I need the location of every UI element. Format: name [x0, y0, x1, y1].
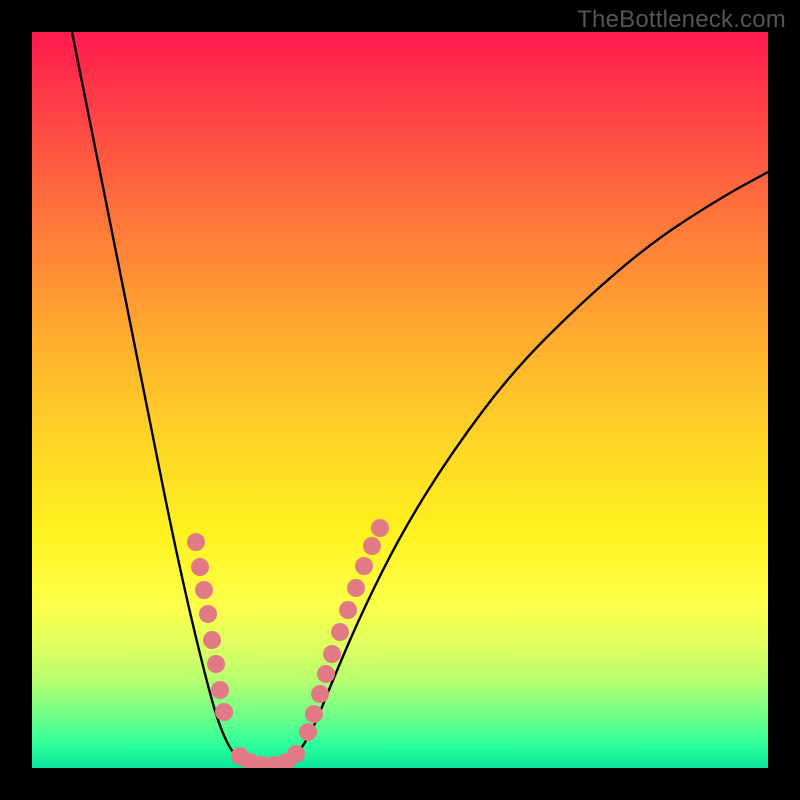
highlight-dot — [347, 579, 365, 597]
highlight-dot — [277, 753, 295, 768]
highlight-dot — [371, 519, 389, 537]
highlight-dot — [265, 756, 283, 768]
highlight-dot — [241, 753, 259, 768]
chart-stage: TheBottleneck.com — [0, 0, 800, 800]
highlight-dot — [191, 558, 209, 576]
highlight-dots-group — [187, 519, 389, 768]
highlight-dot — [207, 655, 225, 673]
watermark-text: TheBottleneck.com — [577, 6, 786, 34]
plot-area — [32, 32, 768, 768]
highlight-dot — [253, 756, 271, 768]
highlight-dot — [323, 645, 341, 663]
highlight-dot — [363, 537, 381, 555]
highlight-dot — [231, 747, 249, 765]
highlight-dot — [211, 681, 229, 699]
highlight-dot — [187, 533, 205, 551]
highlight-dot — [299, 723, 317, 741]
highlight-dot — [339, 601, 357, 619]
bottleneck-curve — [72, 32, 768, 768]
highlight-dot — [311, 685, 329, 703]
highlight-dot — [317, 665, 335, 683]
highlight-dot — [215, 703, 233, 721]
highlight-dot — [355, 557, 373, 575]
highlight-dot — [195, 581, 213, 599]
highlight-dot — [199, 605, 217, 623]
highlight-dot — [331, 623, 349, 641]
highlight-dot — [203, 631, 221, 649]
curve-svg — [32, 32, 768, 768]
highlight-dot — [305, 705, 323, 723]
highlight-dot — [287, 745, 305, 763]
